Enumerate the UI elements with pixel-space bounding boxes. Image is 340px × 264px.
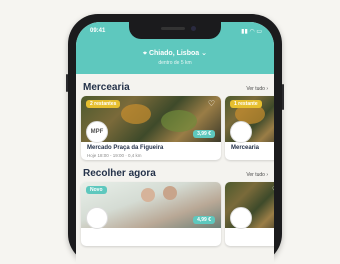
store-card[interactable]: Novo 4,99 € [81, 182, 221, 246]
store-card[interactable]: 2 restantes ♡ MPF 3,99 € Mercado Praça d… [81, 96, 221, 160]
status-time: 09:41 [90, 28, 106, 34]
phone-frame: 09:41 ▮▮ ◠ ▭ ⌖ Chiado, Lisboa ⌄ dentro de… [66, 14, 284, 264]
store-logo [230, 121, 252, 143]
location-selector[interactable]: ⌖ Chiado, Lisboa ⌄ [76, 49, 274, 58]
store-logo: MPF [86, 121, 108, 143]
store-card[interactable]: ♡ [225, 182, 274, 246]
store-name: Mercado Praça da Figueira [87, 145, 164, 151]
status-icons: ▮▮ ◠ ▭ [241, 29, 262, 35]
volume-button [66, 74, 68, 92]
status-badge: 2 restantes [86, 100, 121, 108]
location-label: Chiado, Lisboa [148, 50, 200, 57]
store-logo [230, 207, 252, 229]
store-card[interactable]: 1 restante Mercearia [225, 96, 274, 160]
section-title-mercearia: Mercearia [83, 82, 130, 93]
pickup-info: Hoje 18:00 - 19:00 · 0,4 km [87, 153, 142, 158]
power-button [282, 84, 284, 110]
price-tag: 4,99 € [193, 216, 215, 224]
camera-icon [191, 26, 196, 31]
distance-label: dentro de 5 km [158, 60, 192, 66]
store-logo [86, 207, 108, 229]
person-shape [163, 186, 177, 200]
person-shape [141, 188, 155, 202]
produce-shape [161, 110, 197, 132]
store-name: Mercearia [231, 145, 260, 151]
price-tag: 3,99 € [193, 130, 215, 138]
phone-screen: 09:41 ▮▮ ◠ ▭ ⌖ Chiado, Lisboa ⌄ dentro de… [76, 22, 274, 264]
notch [129, 22, 221, 39]
produce-shape [121, 104, 151, 124]
content-area: Mercearia Ver tudo › 2 restantes ♡ MPF 3… [76, 74, 274, 264]
location-pin-icon: ⌖ [143, 50, 147, 57]
see-all-link[interactable]: Ver tudo › [246, 172, 268, 178]
speaker [161, 27, 185, 30]
chevron-down-icon: ⌄ [201, 50, 207, 57]
see-all-link[interactable]: Ver tudo › [246, 86, 268, 92]
favorite-heart-icon[interactable]: ♡ [272, 185, 274, 194]
status-badge: 1 restante [230, 100, 262, 108]
section-title-recolher-agora: Recolher agora [83, 168, 156, 179]
status-badge: Novo [86, 186, 107, 194]
favorite-heart-icon[interactable]: ♡ [208, 99, 215, 108]
